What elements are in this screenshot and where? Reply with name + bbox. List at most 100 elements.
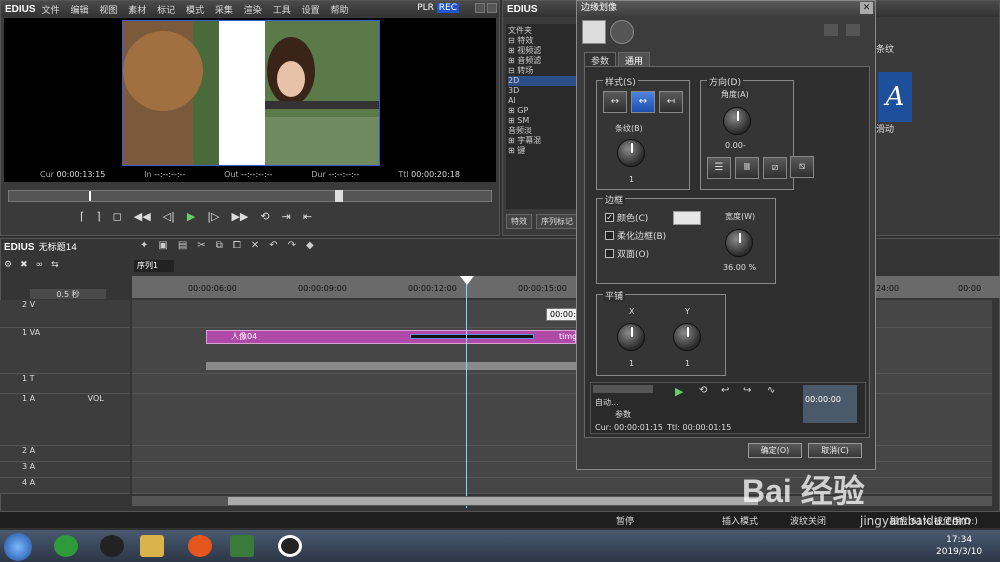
direction-diag1-icon[interactable]: ⧄: [763, 157, 787, 179]
play-icon[interactable]: ▶: [187, 210, 195, 223]
plr-rec-toggle[interactable]: PLR REC: [417, 3, 459, 13]
taskbar-edius-icon[interactable]: [230, 535, 254, 557]
menu-render[interactable]: 渲染: [244, 6, 262, 16]
menu-clip[interactable]: 素材: [128, 6, 146, 16]
zoom-select[interactable]: 0.5 秒: [30, 289, 106, 299]
menu-help[interactable]: 帮助: [330, 6, 348, 16]
paste-icon[interactable]: ⧠: [233, 240, 241, 254]
color-checkbox[interactable]: ✓ 颜色(C): [605, 211, 648, 224]
tree-item[interactable]: ⊟ 转场: [508, 66, 578, 76]
transition-bar[interactable]: [410, 334, 534, 339]
redo-icon[interactable]: ↷: [288, 240, 296, 254]
checkbox-empty-icon[interactable]: [605, 231, 614, 240]
tree-item[interactable]: 音频淡: [508, 126, 578, 136]
new-sequence-icon[interactable]: ✦: [140, 240, 148, 254]
taskbar-qq-icon[interactable]: [100, 535, 124, 557]
mini-ruler[interactable]: 00:00:00: [803, 385, 857, 423]
track-header-4a[interactable]: 4 A: [0, 478, 130, 494]
menu-settings[interactable]: 设置: [302, 6, 320, 16]
taskbar-record-icon[interactable]: [278, 535, 302, 557]
step-forward-icon[interactable]: |▷: [207, 210, 219, 223]
style-both-icon[interactable]: ↔: [603, 91, 627, 113]
set-in-icon[interactable]: ⌈: [80, 210, 84, 223]
open-icon[interactable]: ▣: [158, 240, 167, 254]
mini-graph-icon[interactable]: ∿: [767, 385, 775, 396]
width-knob[interactable]: [725, 229, 753, 257]
menu-edit[interactable]: 编辑: [70, 6, 88, 16]
status-ripple[interactable]: 波纹关闭: [790, 514, 826, 527]
tree-item[interactable]: ⊞ GP: [508, 106, 578, 116]
stopwatch-icon[interactable]: [610, 20, 634, 44]
mini-next-key-icon[interactable]: ↪: [743, 385, 751, 396]
taskbar-folder-icon[interactable]: [140, 535, 164, 557]
track-settings-icon[interactable]: ⚙: [4, 260, 12, 272]
maximize-button[interactable]: [487, 3, 497, 13]
minimize-button[interactable]: [475, 3, 485, 13]
scrub-handle[interactable]: [335, 190, 343, 202]
tree-item[interactable]: ⊞ 音频滤: [508, 56, 578, 66]
track-header-2v[interactable]: 2 V: [0, 300, 130, 328]
rewind-icon[interactable]: ◀◀: [134, 210, 151, 223]
direction-vertical-icon[interactable]: Ⅲ: [735, 157, 759, 179]
effect-thumbnail[interactable]: A: [878, 72, 912, 122]
checkbox-empty-icon[interactable]: [605, 249, 614, 258]
ripple-icon[interactable]: ⇆: [51, 260, 59, 272]
rec-label[interactable]: REC: [436, 3, 459, 13]
undo-icon[interactable]: [824, 24, 838, 36]
insert-icon[interactable]: ⇥: [282, 210, 291, 223]
menu-file[interactable]: 文件: [42, 6, 60, 16]
tab-effects[interactable]: 特效: [506, 214, 532, 229]
overwrite-icon[interactable]: ⇤: [303, 210, 312, 223]
tree-item[interactable]: ⊞ 键: [508, 146, 578, 156]
playhead[interactable]: [466, 276, 467, 508]
palette-icon[interactable]: [582, 20, 606, 44]
copy-icon[interactable]: ⧉: [216, 240, 223, 254]
mini-prev-key-icon[interactable]: ↩: [721, 385, 729, 396]
track-header-1va[interactable]: 1 VA: [0, 328, 130, 374]
x-knob[interactable]: [617, 323, 645, 351]
track-header-2a[interactable]: 2 A: [0, 446, 130, 462]
sync-lock-icon[interactable]: ✖: [20, 260, 28, 272]
soft-border-checkbox[interactable]: 柔化边框(B): [605, 229, 666, 242]
sequence-tab[interactable]: 序列1: [134, 260, 174, 272]
undo-icon[interactable]: ↶: [269, 240, 277, 254]
plr-label[interactable]: PLR: [417, 3, 434, 13]
tree-item[interactable]: ⊞ 字幕混: [508, 136, 578, 146]
taskbar-clock[interactable]: 17:34 2019/3/10: [936, 534, 982, 558]
angle-knob[interactable]: [723, 107, 751, 135]
direction-horizontal-icon[interactable]: ☰: [707, 157, 731, 179]
mini-slider[interactable]: [593, 385, 653, 393]
menu-mode[interactable]: 模式: [186, 6, 204, 16]
taskbar-app-icon[interactable]: [54, 535, 78, 557]
menu-capture[interactable]: 采集: [215, 6, 233, 16]
player-scrub-bar[interactable]: [8, 190, 492, 202]
step-back-icon[interactable]: ◁|: [163, 210, 175, 223]
track-header-1a[interactable]: 1 A VOL: [0, 394, 130, 446]
tree-item[interactable]: ⊞ SM: [508, 116, 578, 126]
style-center-icon[interactable]: ↔: [631, 91, 655, 113]
playhead-handle-icon[interactable]: [460, 276, 474, 285]
mini-play-icon[interactable]: ▶: [675, 385, 683, 398]
tree-item[interactable]: 文件夹: [508, 26, 578, 36]
tree-item[interactable]: Al: [508, 96, 578, 106]
set-out-icon[interactable]: ⌉: [96, 210, 100, 223]
taskbar-firefox-icon[interactable]: [188, 535, 212, 557]
mini-loop-icon[interactable]: ⟲: [699, 385, 707, 396]
y-knob[interactable]: [673, 323, 701, 351]
redo-icon[interactable]: [846, 24, 860, 36]
scrollbar-thumb[interactable]: [228, 497, 758, 505]
tree-item[interactable]: 3D: [508, 86, 578, 96]
style-side-icon[interactable]: ↤: [659, 91, 683, 113]
track-header-1t[interactable]: 1 T: [0, 374, 130, 394]
close-icon[interactable]: ✕: [860, 2, 873, 14]
delete-icon[interactable]: ✕: [251, 240, 259, 254]
direction-diag2-icon[interactable]: ⧅: [790, 156, 814, 178]
loop-icon[interactable]: ⟲: [260, 210, 269, 223]
cancel-button[interactable]: 取消(C): [808, 443, 862, 458]
mini-auto-select[interactable]: 自动...: [595, 397, 619, 408]
track-header-3a[interactable]: 3 A: [0, 462, 130, 478]
marker-icon[interactable]: ◆: [306, 240, 314, 254]
save-icon[interactable]: ▤: [178, 240, 187, 254]
start-button[interactable]: [4, 533, 32, 561]
tree-item[interactable]: ⊟ 特效: [508, 36, 578, 46]
